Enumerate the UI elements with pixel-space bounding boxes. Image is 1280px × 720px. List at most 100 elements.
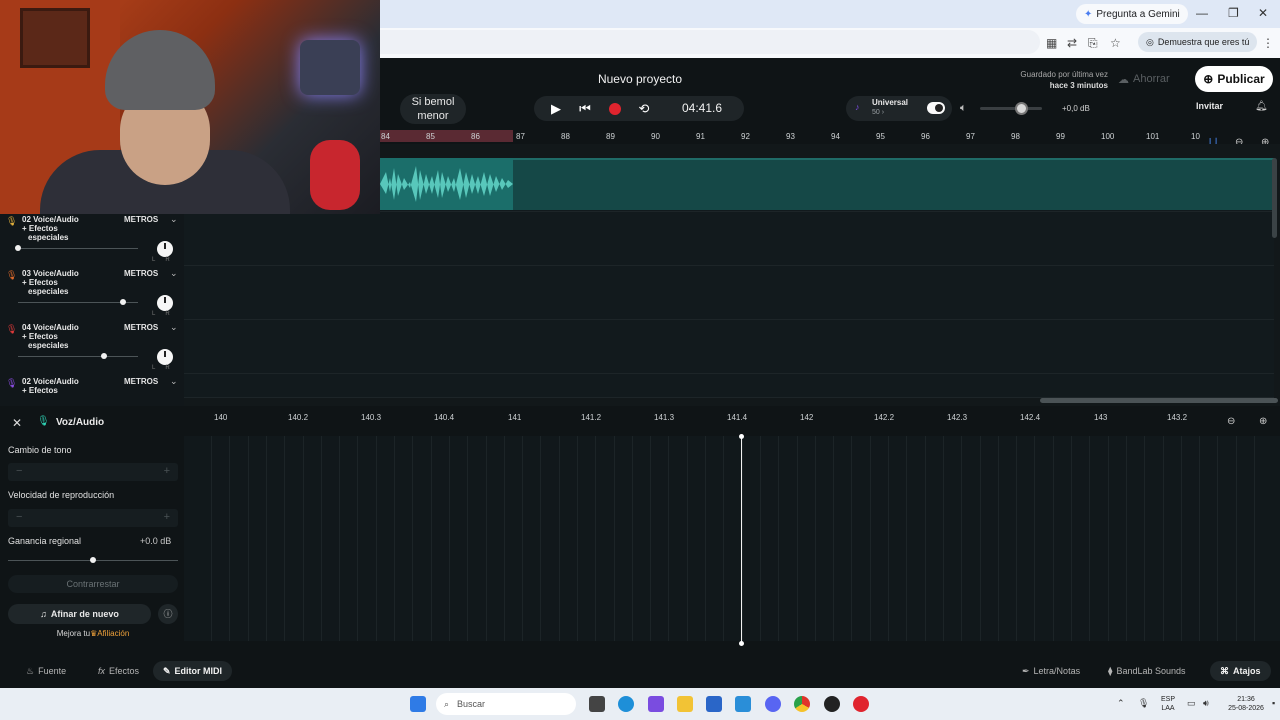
track-volume-handle[interactable] (120, 299, 126, 305)
master-volume-knob[interactable] (1015, 102, 1028, 115)
midi-grid[interactable] (184, 436, 1280, 641)
minus-icon[interactable]: − (16, 465, 22, 477)
invite-button[interactable]: Invitar (1196, 101, 1223, 111)
rewind-icon[interactable]: ⏮ (575, 96, 595, 121)
start-icon[interactable] (410, 696, 426, 712)
pan-knob[interactable] (157, 349, 173, 365)
tracks-horizontal-scrollbar[interactable] (1040, 398, 1278, 403)
track-header[interactable]: 🎙︎ 04 Voice/Audio + Efectos especiales M… (0, 320, 184, 374)
plus-icon[interactable]: + (164, 511, 170, 523)
pitch-stepper[interactable]: − + (8, 463, 178, 481)
master-volume-slider[interactable] (980, 107, 1042, 110)
chevron-down-icon[interactable]: ⌄ (170, 214, 178, 225)
publish-button[interactable]: ⊕ Publicar (1195, 66, 1273, 92)
project-title[interactable]: Nuevo proyecto (540, 72, 740, 86)
notification-icon[interactable]: ▪ (1272, 698, 1275, 708)
meters-button[interactable]: METROS (124, 215, 158, 224)
lyrics-tab[interactable]: ✒ Letra/Notas (1012, 661, 1090, 681)
language-indicator[interactable]: ESP LAA (1158, 695, 1178, 713)
key-selector[interactable]: Si bemol menor (400, 94, 466, 124)
timeline-ruler[interactable] (380, 130, 1280, 144)
minus-icon[interactable]: − (16, 511, 22, 523)
chevron-up-icon[interactable]: ⌃ (1117, 698, 1125, 709)
editor-zoom-in-icon[interactable]: ⊕ (1259, 416, 1267, 427)
source-tab[interactable]: ♨ Fuente (16, 661, 76, 681)
plus-icon[interactable]: + (164, 465, 170, 477)
track-lane[interactable] (184, 374, 1274, 398)
midi-editor-tab[interactable]: ✎ Editor MIDI (153, 661, 233, 681)
pan-knob[interactable] (157, 241, 173, 257)
outlook-icon[interactable] (735, 696, 751, 712)
store-icon[interactable] (706, 696, 722, 712)
close-editor-icon[interactable]: ✕ (12, 416, 22, 430)
speaker-icon[interactable]: 🔈︎ (960, 102, 967, 115)
browser-menu-icon[interactable]: ⋮ (1262, 36, 1274, 50)
mic-tray-icon[interactable]: 🎙︎ (1138, 698, 1149, 709)
save-button[interactable]: ☁ Ahorrar (1118, 68, 1186, 90)
affiliation-link[interactable]: Afiliación (97, 629, 129, 638)
bookmark-star-icon[interactable]: ☆ (1110, 36, 1121, 50)
bandlab-icon[interactable] (853, 696, 869, 712)
playhead-handle-bottom[interactable] (739, 641, 744, 646)
close-window-icon[interactable]: ✕ (1258, 6, 1268, 20)
effects-link[interactable]: + Efectos (22, 278, 112, 287)
clock[interactable]: 21:36 25-08-2026 (1222, 695, 1270, 713)
editor-zoom-out-icon[interactable]: ⊖ (1227, 416, 1235, 427)
monitor-icon[interactable]: ▭ (1187, 698, 1196, 709)
track-lane[interactable] (184, 320, 1274, 374)
track-volume-handle[interactable] (101, 353, 107, 359)
maximize-icon[interactable]: ❐ (1228, 6, 1239, 20)
record-icon[interactable] (605, 96, 625, 121)
taskbar-search[interactable]: ⌕ Buscar (436, 693, 576, 715)
effects-link[interactable]: + Efectos (22, 386, 112, 395)
volume-tray-icon[interactable]: 🔊︎ (1203, 698, 1209, 709)
audio-clip[interactable] (380, 158, 1274, 210)
track-lane[interactable] (184, 212, 1274, 266)
track-lane[interactable] (184, 266, 1274, 320)
track-volume-slider[interactable] (18, 356, 138, 357)
track-header[interactable]: 🎙︎ 02 Voice/Audio + Efectos METROS ⌄ (0, 374, 184, 406)
universal-toggle[interactable] (927, 102, 945, 114)
track-volume-slider[interactable] (18, 248, 138, 249)
file-explorer-icon[interactable] (677, 696, 693, 712)
track-header[interactable]: 🎙︎ 03 Voice/Audio + Efectos especiales M… (0, 266, 184, 320)
reader-icon[interactable]: ▦ (1046, 36, 1057, 50)
info-icon[interactable]: ⓘ (158, 604, 178, 624)
loop-region[interactable] (380, 130, 513, 142)
meters-button[interactable]: METROS (124, 323, 158, 332)
sounds-tab[interactable]: ⧫ BandLab Sounds (1098, 661, 1196, 681)
play-icon[interactable]: ▶ (546, 96, 566, 121)
loop-icon[interactable]: ⟲ (634, 96, 654, 121)
playhead[interactable] (741, 436, 742, 644)
minimize-icon[interactable]: — (1196, 6, 1208, 20)
gain-slider-handle[interactable] (90, 557, 96, 563)
tracks-vertical-scrollbar[interactable] (1272, 158, 1277, 238)
chevron-down-icon[interactable]: ⌄ (170, 376, 178, 387)
discord-icon[interactable] (765, 696, 781, 712)
chevron-down-icon[interactable]: ⌄ (170, 268, 178, 279)
reset-button[interactable]: Contrarrestar (8, 575, 178, 593)
effects-link[interactable]: + Efectos (22, 224, 112, 233)
track-header[interactable]: 🎙︎ 02 Voice/Audio + Efectos especiales M… (0, 212, 184, 266)
obs-icon[interactable] (824, 696, 840, 712)
track-volume-handle[interactable] (15, 245, 21, 251)
edge-icon[interactable] (618, 696, 634, 712)
cast-icon[interactable]: ⎘ (1088, 36, 1098, 51)
task-view-icon[interactable] (589, 696, 605, 712)
meters-button[interactable]: METROS (124, 269, 158, 278)
pan-knob[interactable] (157, 295, 173, 311)
meters-button[interactable]: METROS (124, 377, 158, 386)
speed-stepper[interactable]: − + (8, 509, 178, 527)
shortcuts-tab[interactable]: ⌘ Atajos (1210, 661, 1271, 681)
playhead-handle-top[interactable] (739, 434, 744, 439)
translate-icon[interactable]: ⇄ (1067, 36, 1077, 50)
effects-link[interactable]: + Efectos (22, 332, 112, 341)
chrome-icon[interactable] (794, 696, 810, 712)
effects-tab[interactable]: fx Efectos (88, 661, 149, 681)
bell-icon[interactable]: 🔔︎ (1255, 101, 1268, 112)
app-icon[interactable] (648, 696, 664, 712)
gemini-button[interactable]: ✦ Pregunta a Gemini (1076, 4, 1188, 24)
retune-button[interactable]: ♫ Afinar de nuevo (8, 604, 151, 624)
chevron-down-icon[interactable]: ⌄ (170, 322, 178, 333)
verify-pill[interactable]: ◎ Demuestra que eres tú (1138, 32, 1258, 52)
